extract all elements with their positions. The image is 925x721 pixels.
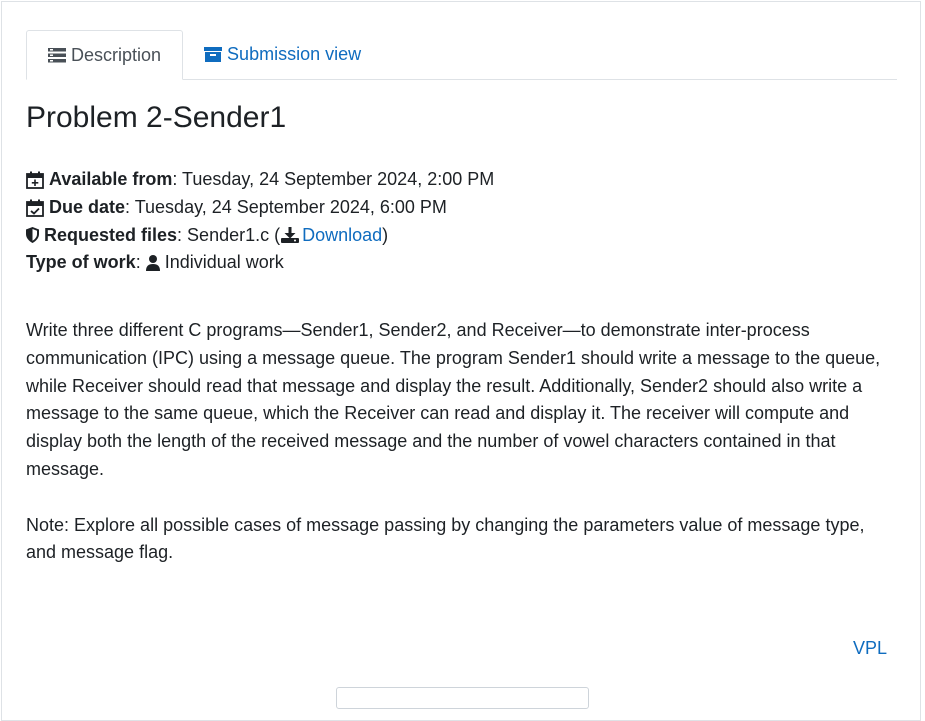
user-icon [145, 255, 160, 272]
type-of-work-value: Individual work [164, 252, 284, 273]
due-date-value: : Tuesday, 24 September 2024, 6:00 PM [125, 196, 447, 217]
tab-description-label: Description [71, 44, 162, 65]
list-icon [48, 47, 66, 62]
page-title: Problem 2-Sender1 [26, 101, 287, 134]
description-note: Note: Explore all possible cases of mess… [26, 514, 865, 563]
shield-icon [26, 227, 39, 244]
calendar-check-icon [26, 199, 44, 217]
due-date-row: Due date : Tuesday, 24 September 2024, 6… [26, 194, 494, 222]
activity-description: Write three different C programs—Sender1… [26, 317, 898, 595]
due-date-label: Due date [49, 196, 126, 217]
description-paragraph: Write three different C programs—Sender1… [26, 320, 881, 479]
requested-files-label: Requested files [44, 224, 178, 245]
activity-navigation-select[interactable] [336, 687, 589, 709]
tab-submission-view-label: Submission view [227, 44, 362, 64]
available-from-value: : Tuesday, 24 September 2024, 2:00 PM [172, 169, 495, 189]
available-from-label: Available from [49, 169, 173, 189]
available-from-row: Available from : Tuesday, 24 September 2… [26, 166, 494, 194]
requested-files-value: : Sender1.c ( [177, 224, 281, 245]
type-of-work-row: Type of work : Individual work [26, 249, 494, 277]
tab-submission-view[interactable]: Submission view [183, 30, 382, 79]
download-link[interactable]: Download [302, 222, 382, 250]
type-of-work-label: Type of work [26, 252, 136, 273]
activity-dates: Available from : Tuesday, 24 September 2… [26, 166, 494, 277]
archive-icon [204, 47, 223, 62]
requested-files-close: ) [382, 224, 389, 245]
vpl-link[interactable]: VPL [853, 638, 887, 659]
tab-description[interactable]: Description [26, 30, 184, 80]
type-of-work-separator: : [135, 252, 141, 273]
requested-files-row: Requested files : Sender1.c ( Download ) [26, 222, 494, 250]
calendar-plus-icon [26, 171, 44, 189]
activity-tabs: Description Submission view [26, 29, 897, 80]
download-icon [281, 227, 300, 244]
